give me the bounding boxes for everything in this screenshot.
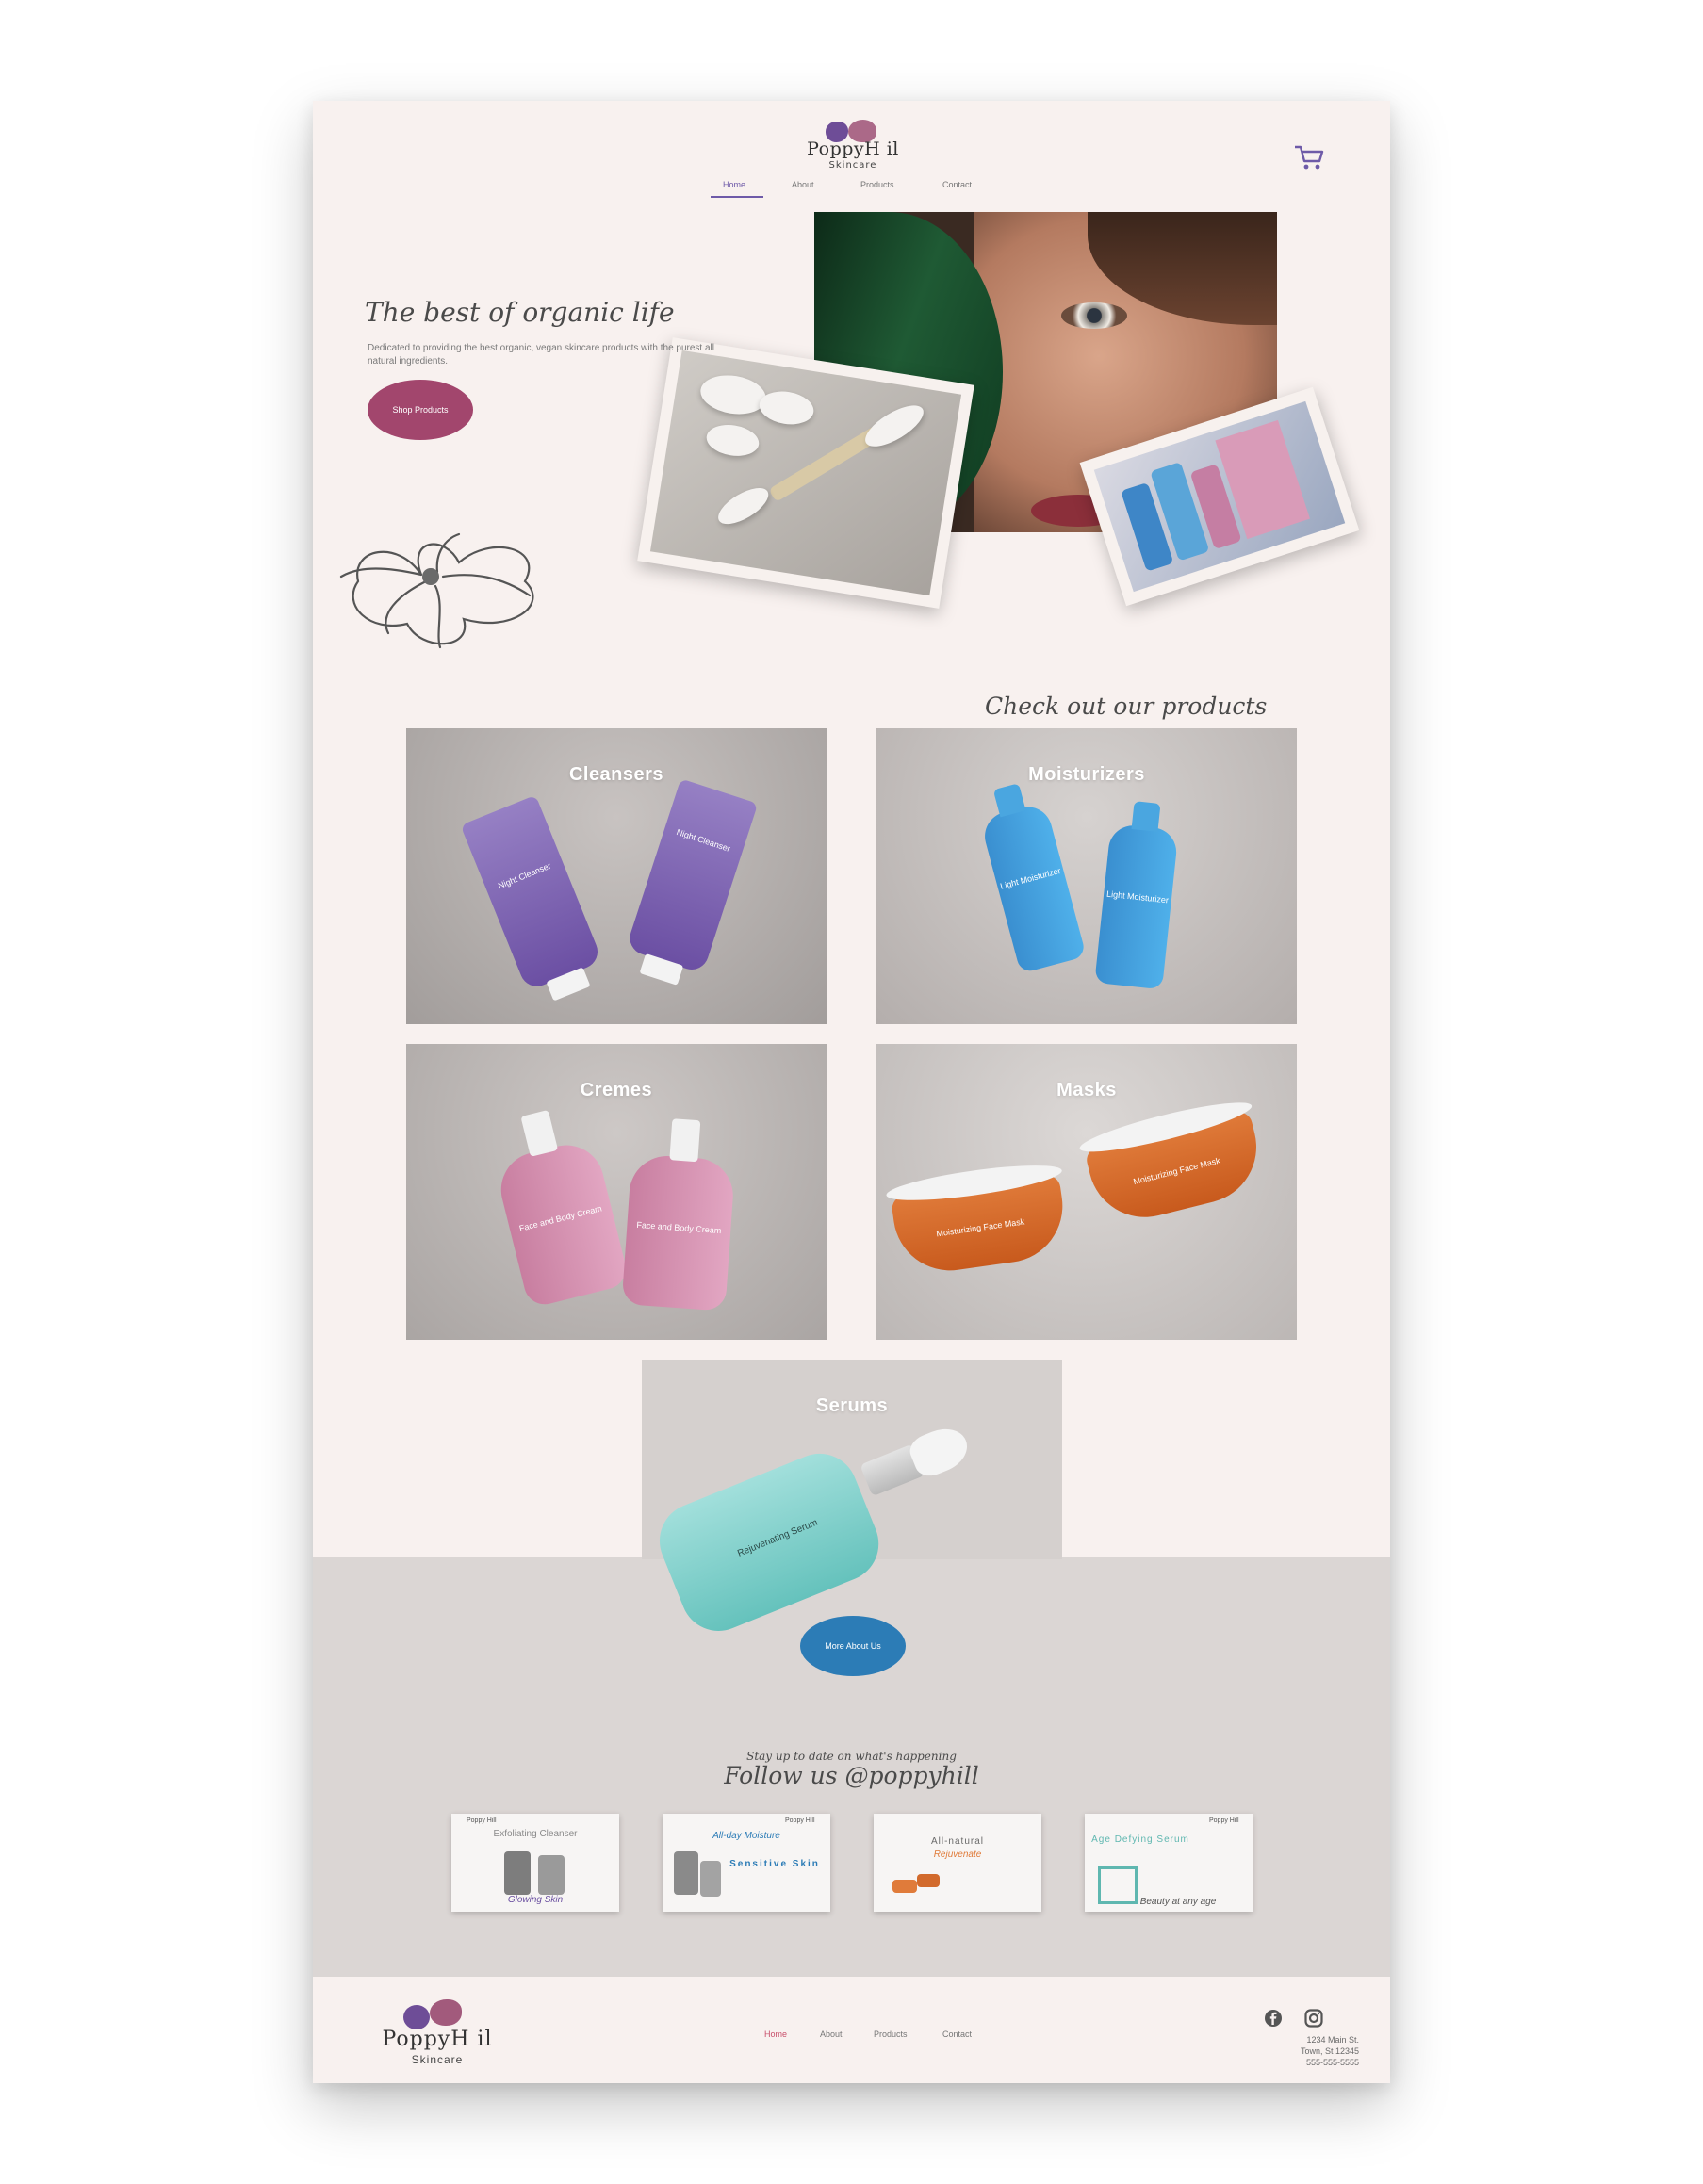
tile-label: Serums (815, 1395, 889, 1416)
follow-title: Follow us @poppyhill (724, 1762, 979, 1789)
cleanser-tube: Night Cleanser (625, 778, 759, 986)
footer-address: 1234 Main St. Town, St 12345 555-555-555… (1300, 2035, 1359, 2067)
nav-home[interactable]: Home (723, 180, 745, 189)
instagram-icon[interactable] (1302, 2009, 1326, 2028)
flower-sketch-illustration (332, 530, 553, 652)
instagram-post[interactable]: Poppy Hill Exfoliating Cleanser Glowing … (451, 1814, 619, 1912)
logo-tagline: Skincare (828, 160, 877, 171)
cleanser-tube: Night Cleanser (460, 794, 603, 1002)
instagram-post[interactable]: All-natural Rejuvenate (874, 1814, 1041, 1912)
moisturizer-bottle: Light Moisturizer (1094, 801, 1179, 990)
footer-nav-contact[interactable]: Contact (942, 2029, 972, 2039)
mask-jar: Moisturizing Face Mask (884, 1158, 1071, 1279)
page: PoppyH il Skincare Home About Products C… (313, 101, 1390, 2083)
footer-logo[interactable]: PoppyH il Skincare (371, 1999, 503, 2066)
brand-logo[interactable]: PoppyH il Skincare (801, 120, 905, 176)
hero-description: Dedicated to providing the best organic,… (368, 343, 714, 367)
hero-title: The best of organic life (365, 297, 675, 328)
product-tile-masks[interactable]: Masks Moisturizing Face Mask Moisturizin… (876, 1044, 1297, 1340)
creme-pump-bottle: Face and Body Cream (493, 1109, 630, 1309)
products-title: Check out our products (985, 693, 1268, 720)
tile-label: Moisturizers (1028, 764, 1145, 785)
more-about-us-button[interactable]: More About Us (800, 1616, 906, 1676)
moisturizer-bottle: Light Moisturizer (979, 783, 1087, 974)
nav-about[interactable]: About (792, 180, 814, 189)
product-tile-moisturizers[interactable]: Moisturizers Light Moisturizer Light Moi… (876, 728, 1297, 1024)
footer-nav-products[interactable]: Products (874, 2029, 908, 2039)
tile-label: Cremes (580, 1080, 653, 1100)
logo-name: PoppyH il (807, 139, 899, 159)
face-roller-photo (637, 337, 974, 609)
nav-contact[interactable]: Contact (942, 180, 972, 189)
product-tile-cremes[interactable]: Cremes Face and Body Cream Face and Body… (406, 1044, 827, 1340)
instagram-post[interactable]: Poppy Hill All-day Moisture Sensitive Sk… (663, 1814, 830, 1912)
tile-label: Cleansers (568, 764, 664, 785)
mask-jar: Moisturizing Face Mask (1076, 1094, 1269, 1230)
tile-label: Masks (1056, 1080, 1117, 1100)
instagram-post[interactable]: Poppy Hill Age Defying Serum Beauty at a… (1085, 1814, 1253, 1912)
footer-nav-about[interactable]: About (820, 2029, 843, 2039)
facebook-icon[interactable] (1261, 2009, 1285, 2028)
creme-pump-bottle: Face and Body Cream (621, 1118, 736, 1312)
footer-nav-home[interactable]: Home (764, 2029, 787, 2039)
cart-icon[interactable] (1293, 144, 1325, 171)
nav-active-underline (711, 196, 763, 198)
nav-products[interactable]: Products (860, 180, 894, 189)
shop-products-button[interactable]: Shop Products (368, 380, 473, 440)
product-tile-cleansers[interactable]: Cleansers Night Cleanser Night Cleanser (406, 728, 827, 1024)
main-nav: Home About Products Contact (313, 174, 1390, 203)
follow-subtitle: Stay up to date on what's happening (746, 1750, 957, 1763)
